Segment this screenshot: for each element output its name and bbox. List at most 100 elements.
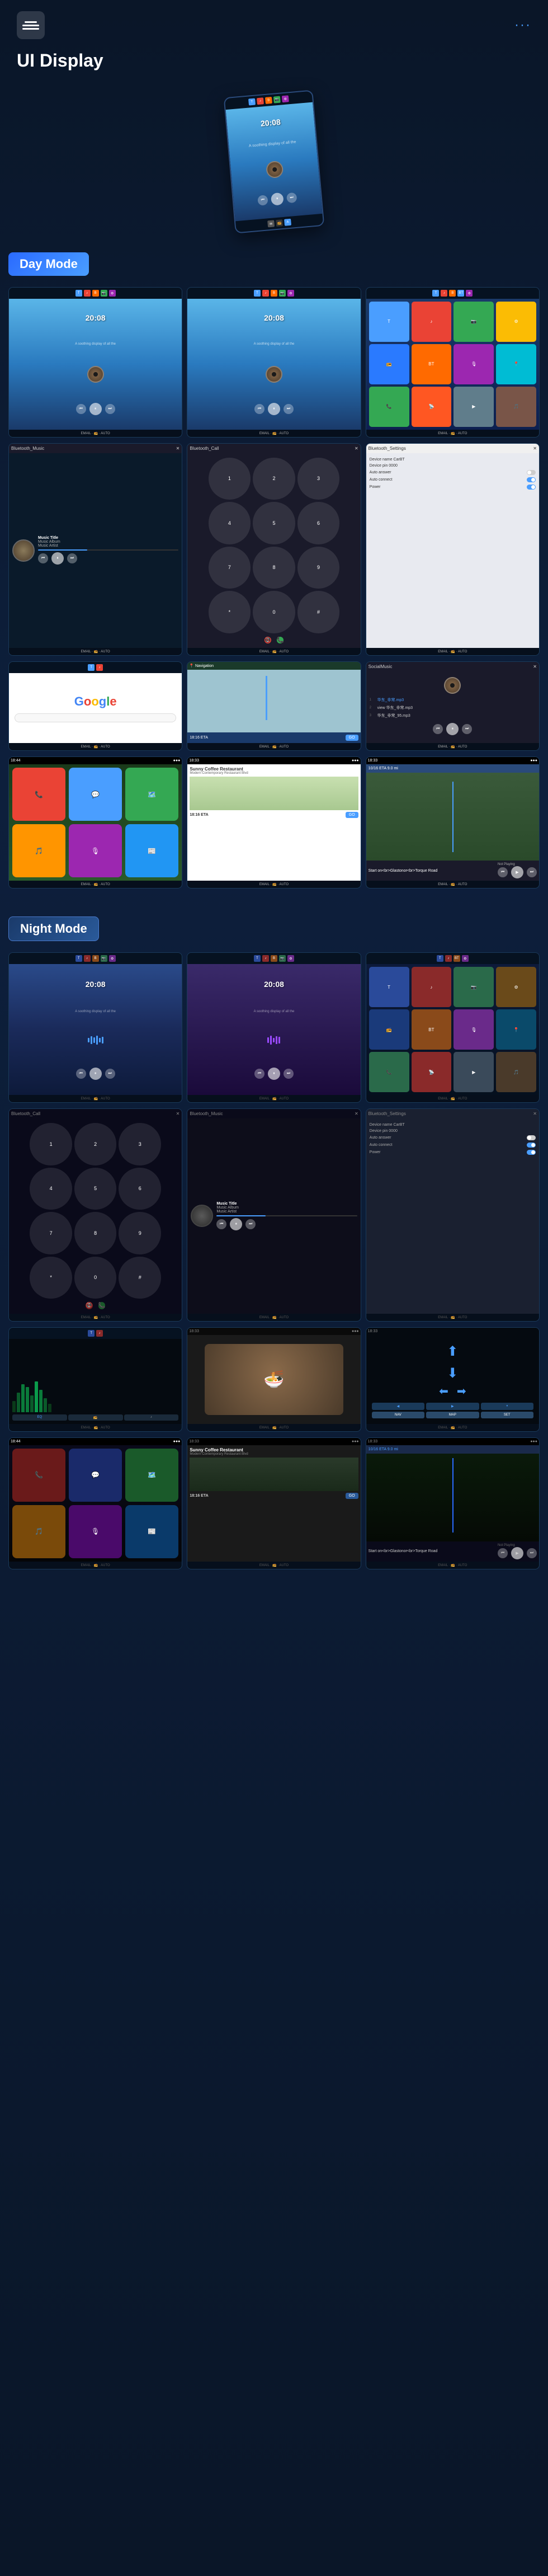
start-call-btn[interactable]: 📞: [277, 637, 284, 643]
auto-answer-toggle[interactable]: [527, 470, 536, 475]
social-close[interactable]: ✕: [533, 664, 537, 669]
ios-maps-icon[interactable]: 🗺️: [125, 768, 178, 821]
prev-icon[interactable]: ⏮: [257, 195, 268, 206]
nm2-play[interactable]: ⏸: [268, 1068, 280, 1080]
bt-settings-close[interactable]: ✕: [533, 446, 537, 451]
bt-music-close[interactable]: ✕: [176, 446, 180, 451]
nm2-prev[interactable]: ⏮: [254, 1069, 264, 1079]
night-app-4[interactable]: ⚙: [496, 967, 536, 1007]
key-7[interactable]: 7: [209, 547, 251, 589]
ndn-btn-3[interactable]: ⏸: [481, 1403, 533, 1410]
ndn-btn-5[interactable]: MAP: [426, 1412, 479, 1418]
nbt-music-close[interactable]: ✕: [355, 1111, 358, 1116]
key-0[interactable]: 0: [253, 591, 295, 633]
night-app-6[interactable]: BT: [412, 1009, 452, 1050]
nbt-call-close[interactable]: ✕: [176, 1111, 180, 1116]
app-signal[interactable]: 📡: [412, 387, 452, 427]
app-extra1[interactable]: ▶: [453, 387, 494, 427]
app-maps[interactable]: 📍: [496, 344, 536, 384]
auto-connect-toggle[interactable]: [527, 477, 536, 482]
key-9[interactable]: 9: [297, 547, 340, 589]
nbt-prev[interactable]: ⏮: [216, 1219, 226, 1229]
social-play[interactable]: ⏸: [446, 723, 459, 735]
nm2-next[interactable]: ⏭: [284, 1069, 294, 1079]
nkey-0[interactable]: 0: [74, 1257, 117, 1299]
nkey-4[interactable]: 4: [30, 1168, 72, 1210]
nkey-7[interactable]: 7: [30, 1212, 72, 1254]
drv-prev[interactable]: ⏮: [498, 867, 508, 877]
nkey-2[interactable]: 2: [74, 1123, 117, 1165]
power-toggle[interactable]: [527, 485, 536, 490]
key-4[interactable]: 4: [209, 502, 251, 544]
nkey-5[interactable]: 5: [74, 1168, 117, 1210]
bt-play[interactable]: ⏸: [51, 552, 64, 565]
s1-next[interactable]: ⏭: [105, 404, 115, 414]
nbt-end-call[interactable]: 📵: [86, 1302, 92, 1309]
ndrv-prev[interactable]: ⏮: [498, 1548, 508, 1558]
ndrv-next[interactable]: ⏭: [527, 1548, 537, 1558]
night-app-2[interactable]: ♪: [412, 967, 452, 1007]
ios-podcast-icon[interactable]: 🎙: [69, 824, 122, 877]
nav-dots-icon[interactable]: ···: [514, 17, 531, 33]
s1-prev[interactable]: ⏮: [76, 404, 86, 414]
nm1-play[interactable]: ⏸: [89, 1068, 102, 1080]
ios-music-icon[interactable]: 🎵: [12, 824, 65, 877]
ndn-btn-1[interactable]: ◀: [372, 1403, 424, 1410]
nbt-auto-answer-toggle[interactable]: [527, 1135, 536, 1140]
nbt-play[interactable]: ⏸: [230, 1218, 242, 1230]
app-photo[interactable]: 📷: [453, 302, 494, 342]
nios-messages[interactable]: 💬: [69, 1449, 122, 1502]
app-telegram[interactable]: T: [369, 302, 409, 342]
social-next[interactable]: ⏭: [462, 724, 472, 734]
nios-news[interactable]: 📰: [125, 1505, 178, 1558]
neq-btn-3[interactable]: ♪: [124, 1414, 179, 1421]
next-icon[interactable]: ⏭: [286, 192, 297, 204]
ios-messages-icon[interactable]: 💬: [69, 768, 122, 821]
ndn-btn-4[interactable]: NAV: [372, 1412, 424, 1418]
menu-icon[interactable]: [17, 11, 45, 39]
neq-btn-2[interactable]: 📻: [68, 1414, 123, 1421]
nios-maps[interactable]: 🗺️: [125, 1449, 178, 1502]
nios-podcast[interactable]: 🎙: [69, 1505, 122, 1558]
nkey-hash[interactable]: #: [119, 1257, 161, 1299]
nkey-star[interactable]: *: [30, 1257, 72, 1299]
neq-btn-1[interactable]: EQ: [12, 1414, 67, 1421]
app-music[interactable]: ♪: [412, 302, 452, 342]
bt-next[interactable]: ⏭: [67, 553, 77, 563]
app-phone[interactable]: 📞: [369, 387, 409, 427]
nkey-6[interactable]: 6: [119, 1168, 161, 1210]
nbt-settings-close[interactable]: ✕: [533, 1111, 537, 1116]
restaurant-go-btn[interactable]: GO: [346, 812, 358, 818]
night-app-10[interactable]: 📡: [412, 1052, 452, 1092]
nios-music[interactable]: 🎵: [12, 1505, 65, 1558]
night-app-3[interactable]: 📷: [453, 967, 494, 1007]
key-3[interactable]: 3: [297, 458, 340, 500]
google-search-bar[interactable]: [15, 713, 176, 722]
ios-phone-icon[interactable]: 📞: [12, 768, 65, 821]
night-app-11[interactable]: ▶: [453, 1052, 494, 1092]
play-icon[interactable]: ⏸: [271, 192, 284, 206]
bt-call-close[interactable]: ✕: [355, 446, 358, 451]
nm1-prev[interactable]: ⏮: [76, 1069, 86, 1079]
app-settings[interactable]: ⚙: [496, 302, 536, 342]
key-1[interactable]: 1: [209, 458, 251, 500]
app-mic[interactable]: 🎙: [453, 344, 494, 384]
key-5[interactable]: 5: [253, 502, 295, 544]
key-8[interactable]: 8: [253, 547, 295, 589]
drv-next[interactable]: ⏭: [527, 867, 537, 877]
key-star[interactable]: *: [209, 591, 251, 633]
end-call-btn[interactable]: 📵: [264, 637, 271, 643]
app-extra2[interactable]: 🎵: [496, 387, 536, 427]
nbt-power-toggle[interactable]: [527, 1150, 536, 1155]
nbt-next[interactable]: ⏭: [245, 1219, 256, 1229]
social-prev[interactable]: ⏮: [433, 724, 443, 734]
nkey-9[interactable]: 9: [119, 1212, 161, 1254]
go-button[interactable]: GO: [346, 735, 358, 741]
night-app-7[interactable]: 🎙: [453, 1009, 494, 1050]
nkey-3[interactable]: 3: [119, 1123, 161, 1165]
key-6[interactable]: 6: [297, 502, 340, 544]
nbt-start-call[interactable]: 📞: [98, 1302, 105, 1309]
key-2[interactable]: 2: [253, 458, 295, 500]
nbt-auto-connect-toggle[interactable]: [527, 1143, 536, 1148]
nkey-8[interactable]: 8: [74, 1212, 117, 1254]
